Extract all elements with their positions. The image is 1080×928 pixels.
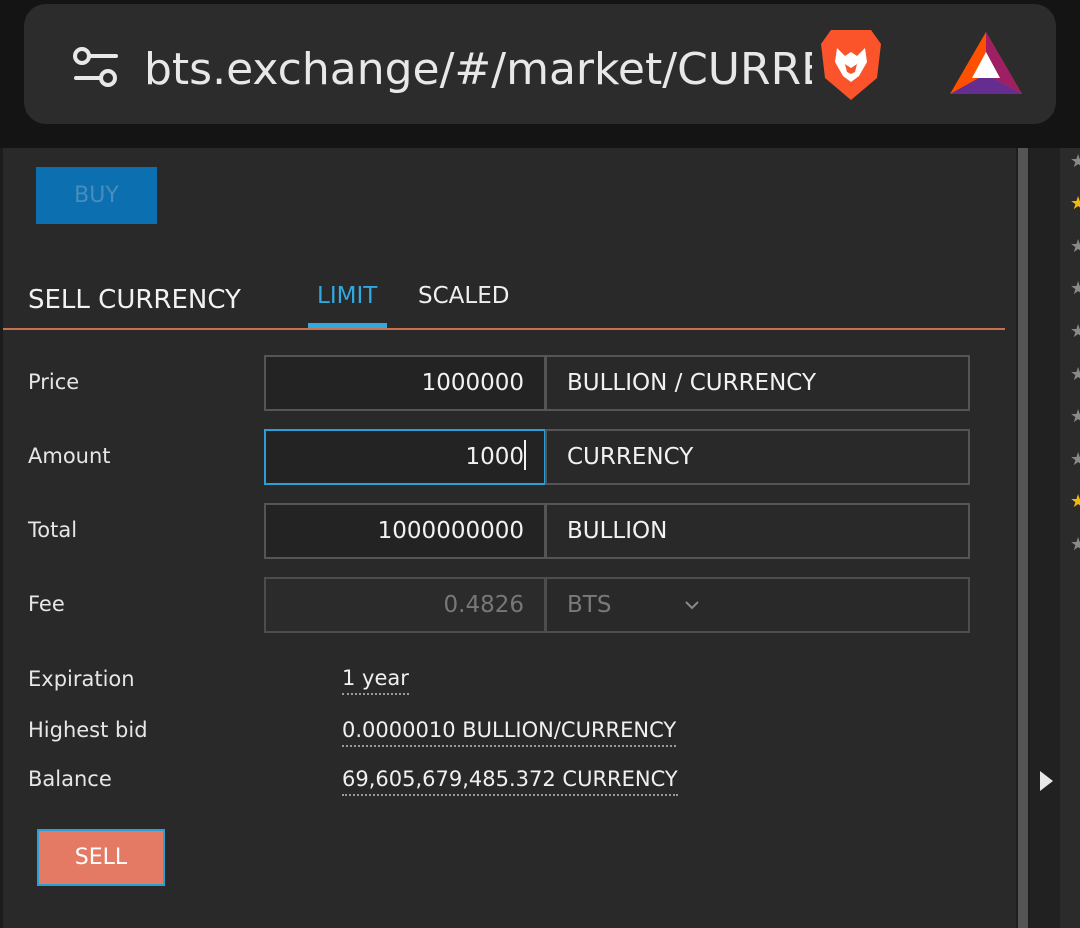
star-favorite-icon[interactable]: ★ (1070, 493, 1080, 511)
sell-button[interactable]: SELL (37, 829, 165, 886)
brave-lion-icon[interactable] (815, 26, 887, 104)
expiration-value[interactable]: 1 year (342, 664, 409, 695)
tab-scaled[interactable]: SCALED (418, 281, 509, 311)
browser-toolbar: bts.exchange/#/market/CURRE (0, 0, 1080, 148)
star-icon[interactable]: ★ (1070, 238, 1080, 256)
url-text[interactable]: bts.exchange/#/market/CURRE (144, 38, 812, 102)
price-label: Price (28, 370, 80, 394)
amount-input[interactable]: 1000 (264, 429, 546, 485)
fee-asset-select[interactable]: BTS (545, 577, 970, 633)
star-icon[interactable]: ★ (1070, 153, 1080, 171)
star-icon[interactable]: ★ (1070, 451, 1080, 469)
expand-arrow-icon[interactable] (1040, 771, 1053, 791)
scrollbar-thumb[interactable] (1018, 148, 1028, 928)
total-label: Total (28, 518, 78, 542)
amount-unit: CURRENCY (545, 429, 970, 485)
buy-button[interactable]: BUY (36, 167, 157, 224)
star-icon[interactable]: ★ (1070, 280, 1080, 298)
address-bar[interactable]: bts.exchange/#/market/CURRE (24, 4, 1056, 124)
text-caret (524, 440, 526, 470)
highest-bid-value[interactable]: 0.0000010 BULLION/CURRENCY (342, 716, 677, 747)
star-favorite-icon[interactable]: ★ (1070, 195, 1080, 213)
expiration-label: Expiration (28, 667, 135, 691)
tab-limit[interactable]: LIMIT (317, 281, 377, 311)
fee-input: 0.4826 (264, 577, 546, 633)
tune-icon[interactable] (70, 44, 122, 92)
chevron-down-icon[interactable] (684, 597, 700, 613)
star-icon[interactable]: ★ (1070, 536, 1080, 554)
sell-form-title: SELL CURRENCY (28, 285, 241, 315)
total-input[interactable]: 1000000000 (264, 503, 546, 559)
total-unit: BULLION (545, 503, 970, 559)
highest-bid-label: Highest bid (28, 718, 148, 742)
amount-label: Amount (28, 444, 111, 468)
star-icon[interactable]: ★ (1070, 366, 1080, 384)
price-unit: BULLION / CURRENCY (545, 355, 970, 411)
balance-value[interactable]: 69,605,679,485.372 CURRENCY (342, 765, 678, 796)
star-icon[interactable]: ★ (1070, 408, 1080, 426)
panel-edge (0, 148, 3, 928)
price-input[interactable]: 1000000 (264, 355, 546, 411)
balance-label: Balance (28, 767, 112, 791)
bat-triangle-icon[interactable] (948, 30, 1024, 98)
fee-label: Fee (28, 592, 65, 616)
panel-gap (1030, 148, 1060, 928)
section-divider (3, 328, 1005, 330)
star-icon[interactable]: ★ (1070, 323, 1080, 341)
